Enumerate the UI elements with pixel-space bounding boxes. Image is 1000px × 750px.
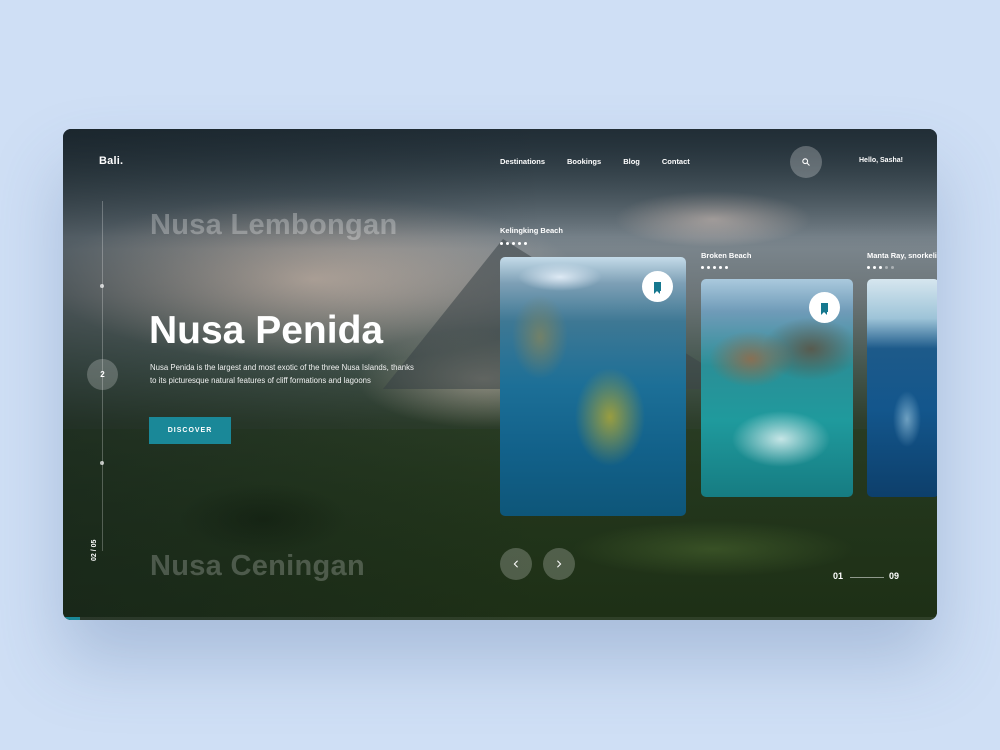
bookmark-icon [821, 303, 828, 315]
card-photo-dots [500, 242, 527, 245]
photo-dot[interactable] [879, 266, 882, 269]
rail-dot[interactable] [100, 284, 104, 288]
card-photo-dots [867, 266, 894, 269]
destination-card-manta-ray[interactable] [867, 279, 937, 497]
card-photo-dots [701, 266, 728, 269]
photo-dot[interactable] [713, 266, 716, 269]
hero-title: Nusa Penida [149, 309, 384, 352]
photo-dot[interactable] [867, 266, 870, 269]
photo-dot[interactable] [725, 266, 728, 269]
nav-item-bookings[interactable]: Bookings [567, 157, 601, 166]
app-window: Bali. Destinations Bookings Blog Contact… [63, 129, 937, 620]
card-title-kelingking: Kelingking Beach [500, 226, 563, 235]
chevron-left-icon [513, 560, 518, 568]
destination-card-broken-beach[interactable] [701, 279, 853, 497]
hero-description: Nusa Penida is the largest and most exot… [150, 363, 414, 385]
search-icon [802, 158, 810, 166]
pager-end: 09 [889, 571, 900, 581]
destination-card-kelingking[interactable] [500, 257, 686, 516]
photo-dot[interactable] [701, 266, 704, 269]
nav-item-blog[interactable]: Blog [623, 157, 640, 166]
brand-logo[interactable]: Bali. [99, 155, 123, 167]
card-title-broken-beach: Broken Beach [701, 251, 752, 260]
slide-progress-fill [63, 617, 81, 620]
chevron-right-icon [557, 560, 562, 568]
bookmark-button[interactable] [642, 271, 673, 302]
user-greeting[interactable]: Hello, Sasha! [859, 157, 903, 164]
bookmark-icon [654, 282, 661, 294]
search-button[interactable] [790, 146, 822, 178]
photo-dot[interactable] [873, 266, 876, 269]
photo-dot[interactable] [707, 266, 710, 269]
pager-line [850, 577, 884, 578]
photo-dot[interactable] [506, 242, 509, 245]
photo-dot[interactable] [512, 242, 515, 245]
pager-start: 01 [833, 571, 844, 581]
nav-item-contact[interactable]: Contact [662, 157, 690, 166]
slide-counter: 02 / 05 [91, 539, 98, 561]
next-destination-title[interactable]: Nusa Ceningan [150, 550, 365, 583]
slide-progress-track [63, 617, 937, 620]
bookmark-button[interactable] [809, 292, 840, 323]
current-slide-indicator[interactable]: 2 [87, 359, 118, 390]
previous-button[interactable] [500, 548, 532, 580]
nav-item-destinations[interactable]: Destinations [500, 157, 545, 166]
card-title-manta-ray: Manta Ray, snorkeling [867, 251, 937, 260]
photo-dot[interactable] [885, 266, 888, 269]
photo-dot[interactable] [518, 242, 521, 245]
previous-destination-title[interactable]: Nusa Lembongan [150, 209, 398, 242]
photo-dot[interactable] [891, 266, 894, 269]
discover-button[interactable]: DISCOVER [149, 417, 231, 444]
photo-dot[interactable] [500, 242, 503, 245]
rail-dot[interactable] [100, 461, 104, 465]
next-button[interactable] [543, 548, 575, 580]
main-nav: Destinations Bookings Blog Contact [500, 157, 690, 166]
photo-dot[interactable] [719, 266, 722, 269]
photo-dot[interactable] [524, 242, 527, 245]
